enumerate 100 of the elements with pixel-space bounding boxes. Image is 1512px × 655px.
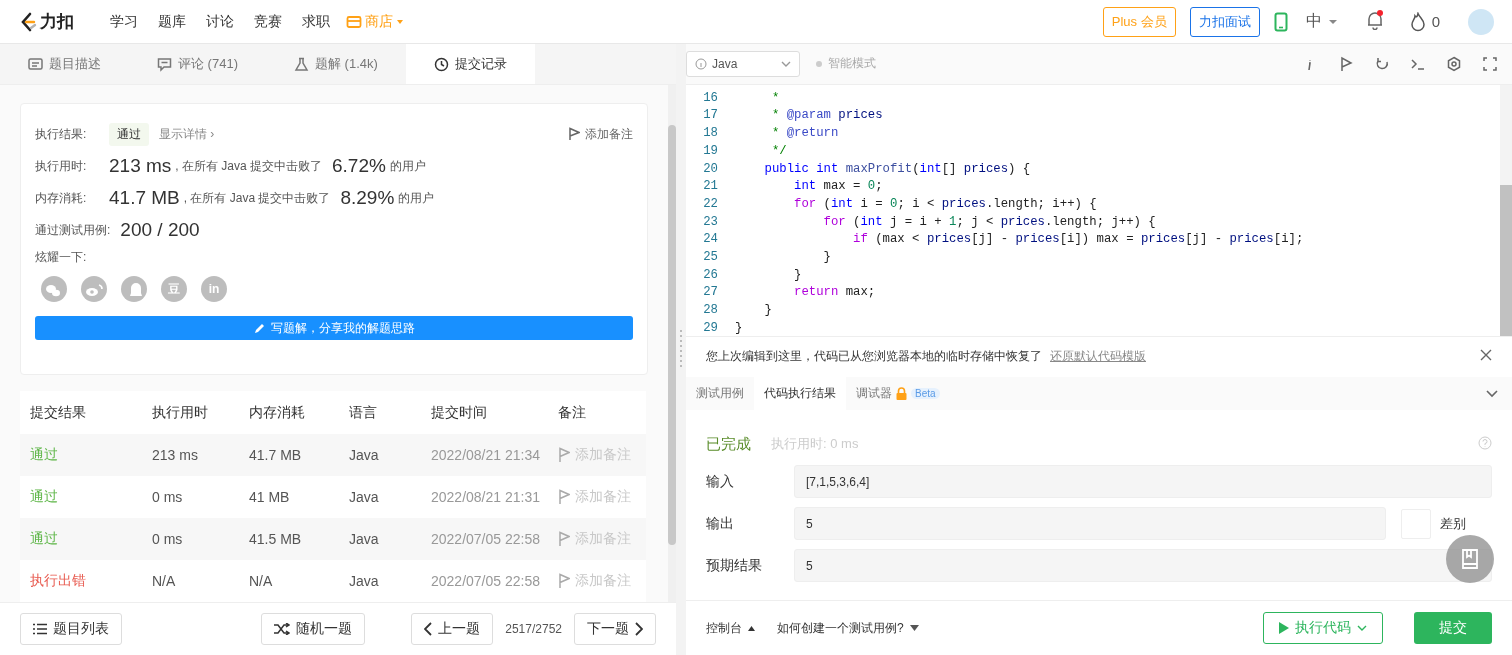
code-line: * @param prices: [770, 108, 883, 123]
close-icon[interactable]: [1480, 349, 1492, 362]
line-number: 23: [702, 214, 718, 229]
settings-icon[interactable]: [1446, 55, 1462, 72]
table-cell: Java: [339, 518, 421, 560]
write-solution-button[interactable]: 写题解，分享我的解题思路: [35, 316, 633, 340]
table-cell: Java: [339, 434, 421, 476]
code-line: */: [770, 143, 787, 158]
status-cell[interactable]: 执行出错: [20, 560, 142, 602]
code-line: return max;: [793, 285, 876, 300]
flag-icon: [558, 531, 570, 547]
stat-value: 41.7 MB: [109, 187, 180, 209]
restore-link[interactable]: 还原默认代码模版: [1050, 348, 1146, 366]
status-badge: 通过: [109, 122, 149, 146]
nav-link[interactable]: 题库: [148, 8, 196, 35]
caret-up-icon: [748, 625, 755, 631]
chat-icon[interactable]: [41, 276, 67, 302]
caret-icon: [396, 17, 404, 26]
table-cell: 2022/07/05 22:58: [421, 560, 548, 602]
caret-down-icon: [909, 625, 919, 632]
console-toggle[interactable]: 控制台: [706, 619, 755, 637]
tab[interactable]: 题解 (1.4k): [265, 44, 406, 84]
penguin-icon[interactable]: [121, 276, 147, 302]
line-number: 22: [702, 196, 718, 211]
add-note-button[interactable]: 添加备注: [568, 125, 633, 143]
line-number: 26: [702, 267, 718, 282]
field-label: 执行结果:: [35, 125, 88, 143]
toggle-label: 差别: [1440, 514, 1466, 533]
code-line: *: [770, 90, 780, 105]
field-label: 预期结果: [706, 556, 763, 575]
table-cell: N/A: [239, 560, 339, 602]
next-button[interactable]: 下一题: [574, 613, 656, 645]
table-cell: 0 ms: [142, 518, 239, 560]
eye-icon[interactable]: [81, 276, 107, 302]
details-link[interactable]: 显示详情 ›: [159, 125, 215, 143]
output-field: 5: [794, 549, 1492, 583]
phone-icon[interactable]: [1273, 11, 1288, 32]
caret-icon: [1327, 17, 1338, 26]
fullscreen-icon[interactable]: [1482, 55, 1498, 72]
line-number: 24: [702, 232, 718, 247]
table-cell: Java: [339, 476, 421, 518]
status-cell[interactable]: 通过: [20, 434, 142, 476]
reset-icon[interactable]: [1374, 55, 1390, 72]
table-cell: 41.7 MB: [239, 434, 339, 476]
problem-counter: 2517/2752: [504, 622, 563, 636]
tab[interactable]: 题目描述: [0, 44, 129, 84]
line-number: 17: [702, 108, 718, 123]
flag-icon: [558, 573, 570, 589]
chevron-right-icon: [635, 622, 643, 636]
random-button[interactable]: 随机一题: [261, 613, 366, 645]
code-line: for (int i = 0; i < prices.length; i++) {: [793, 196, 1097, 211]
problem-list-button[interactable]: 题目列表: [20, 613, 122, 645]
smart-mode-toggle[interactable]: 智能模式: [816, 55, 876, 73]
table-cell: 41 MB: [239, 476, 339, 518]
output-field: [7,1,5,3,6,4]: [794, 465, 1492, 499]
nav-link[interactable]: 讨论: [196, 8, 244, 35]
book-icon: [1461, 549, 1479, 569]
flag-icon: [558, 447, 570, 463]
code-line: }: [793, 267, 802, 282]
submit-button[interactable]: 提交: [1414, 612, 1492, 645]
help-dropdown[interactable]: 如何创建一个测试用例?: [777, 619, 919, 637]
beta-badge: Beta: [911, 388, 940, 400]
language-menu-button[interactable]: 中: [1305, 11, 1338, 32]
store-icon: [346, 14, 362, 29]
interview-button[interactable]: 力扣面试: [1189, 6, 1260, 37]
output-field: 5: [794, 507, 1386, 541]
status-cell[interactable]: 通过: [20, 518, 142, 560]
flag-icon[interactable]: [1338, 55, 1354, 72]
points-count: 0: [1431, 13, 1440, 30]
previous-button[interactable]: 上一题: [411, 613, 494, 645]
status-cell[interactable]: 通过: [20, 476, 142, 518]
table-cell: Java: [339, 560, 421, 602]
tab[interactable]: 提交记录: [405, 44, 535, 84]
table-cell: N/A: [142, 560, 239, 602]
nav-link[interactable]: 学习: [100, 8, 148, 35]
flask-icon: [293, 56, 309, 72]
tab[interactable]: 代码执行结果: [754, 377, 846, 411]
scrollbar[interactable]: [1500, 84, 1512, 336]
column-header: 提交时间: [421, 391, 548, 434]
nav-link[interactable]: 求职: [292, 8, 340, 35]
tab[interactable]: 评论 (741): [129, 44, 266, 84]
flame-icon: [1409, 11, 1426, 32]
pencil-icon: [253, 322, 266, 334]
table-cell: 0 ms: [142, 476, 239, 518]
bell-icon[interactable]: [1365, 10, 1384, 30]
column-header: 提交结果: [20, 391, 142, 434]
run-code-button[interactable]: 执行代码: [1263, 612, 1383, 645]
chevron-down-icon[interactable]: [1486, 389, 1498, 398]
code-line: * @return: [770, 126, 839, 141]
table-cell: 2022/08/21 21:31: [421, 476, 548, 518]
tab[interactable]: 调试器 Beta: [846, 377, 950, 411]
table-cell: 213 ms: [142, 434, 239, 476]
line-number: 21: [702, 179, 718, 194]
field-label: 内存消耗:: [35, 189, 88, 207]
language-select[interactable]: Java: [686, 50, 800, 77]
field-label: 输入: [706, 472, 735, 491]
nav-link[interactable]: 竞赛: [244, 8, 292, 35]
scrollbar[interactable]: [668, 85, 676, 602]
tab[interactable]: 测试用例: [686, 377, 754, 411]
table-cell: 2022/07/05 22:58: [421, 518, 548, 560]
